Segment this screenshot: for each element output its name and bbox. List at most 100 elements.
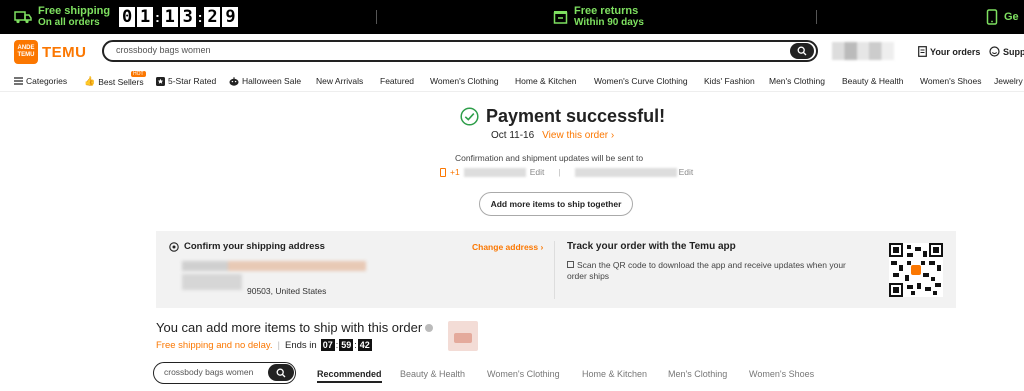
view-order-link[interactable]: View this order › <box>542 130 614 141</box>
thumbs-up-icon: 👍 <box>84 76 96 86</box>
pumpkin-icon <box>229 76 239 86</box>
free-returns-promo[interactable]: Free returns Within 90 days <box>553 0 644 34</box>
nav-beauty-health[interactable]: Beauty & Health <box>842 76 903 86</box>
returns-days-label: Within 90 days <box>574 17 644 28</box>
timer-seconds: 42 <box>357 339 372 351</box>
add-more-subtitle: Free shipping and no delay. | Ends in 07… <box>156 339 372 351</box>
address-zip-country: 90503, United States <box>247 286 327 296</box>
phone-small-icon <box>440 167 446 177</box>
return-box-icon <box>553 11 568 24</box>
shipping-title: Confirm your shipping address <box>184 241 325 252</box>
timer-hours: 07 <box>320 339 335 351</box>
recommend-search-button[interactable] <box>268 364 294 381</box>
tab-home-kitchen[interactable]: Home & Kitchen <box>582 369 647 379</box>
orders-icon <box>918 46 927 57</box>
nav-label: Men's Clothing <box>769 76 825 86</box>
nav-label: Women's Shoes <box>920 76 982 86</box>
nav-jewelry[interactable]: Jewelry <box>994 76 1023 86</box>
free-shipping-no-delay: Free shipping and no delay. <box>156 339 273 351</box>
app-qr-code <box>889 243 943 297</box>
add-more-title: You can add more items to ship with this… <box>156 320 423 335</box>
tab-mens-clothing[interactable]: Men's Clothing <box>668 369 727 379</box>
account-avatar[interactable] <box>832 42 894 60</box>
nav-featured[interactable]: Featured <box>380 76 414 86</box>
tab-recommended[interactable]: Recommended <box>317 369 382 383</box>
search-bar[interactable]: crossbody bags women <box>102 40 818 62</box>
nav-womens-curve[interactable]: Women's Curve Clothing <box>594 76 688 86</box>
category-nav: Categories 👍 Best Sellers HOT 5-Star Rat… <box>0 70 1024 92</box>
info-icon[interactable] <box>425 323 434 332</box>
recommend-search-input[interactable]: crossbody bags women <box>164 367 253 377</box>
nav-kids-fashion[interactable]: Kids' Fashion <box>704 76 755 86</box>
nav-womens-clothing[interactable]: Women's Clothing <box>430 76 499 86</box>
nav-new-arrivals[interactable]: New Arrivals <box>316 76 363 86</box>
logo-badge: ANDE TEMU <box>14 40 38 64</box>
ends-in-label: Ends in <box>285 339 317 351</box>
edit-email-link[interactable]: Edit <box>679 167 694 177</box>
search-icon <box>276 368 286 377</box>
shipping-address-heading: Confirm your shipping address <box>169 241 325 252</box>
support-icon <box>989 46 1000 57</box>
track-order-title: Track your order with the Temu app <box>567 241 736 252</box>
support-link[interactable]: Suppo <box>989 46 1024 57</box>
delivery-info: Oct 11-16 View this order › <box>491 130 614 141</box>
promo-countdown: 0 1 : 1 3 : 2 9 <box>118 7 239 27</box>
countdown-digit: 2 <box>204 7 221 27</box>
nav-label: Jewelry <box>994 76 1023 86</box>
scan-icon <box>567 261 574 268</box>
nav-label: 5-Star Rated <box>168 76 217 86</box>
nav-categories[interactable]: Categories <box>14 76 67 86</box>
site-header: ANDE TEMU TEMU crossbody bags women Your… <box>0 34 1024 70</box>
shipping-info-panel: Confirm your shipping address Change add… <box>156 231 956 308</box>
ordered-item-thumbnail[interactable] <box>448 321 478 351</box>
nav-label: Categories <box>26 76 68 86</box>
confirmation-text: Confirmation and shipment updates will b… <box>455 153 644 163</box>
edit-phone-link[interactable]: Edit <box>530 167 545 177</box>
address-name-redacted <box>182 261 366 271</box>
support-label: Suppo <box>1003 46 1024 57</box>
tab-womens-clothing[interactable]: Women's Clothing <box>487 369 560 379</box>
nav-label: Women's Curve Clothing <box>594 76 688 86</box>
your-orders-link[interactable]: Your orders <box>918 46 980 57</box>
promo-banner: Free shipping On all orders 0 1 : 1 3 : … <box>0 0 1024 34</box>
free-returns-label: Free returns <box>574 5 639 17</box>
countdown-digit: 3 <box>179 7 196 27</box>
free-shipping-promo[interactable]: Free shipping On all orders 0 1 : 1 3 : … <box>14 0 239 34</box>
nav-womens-shoes[interactable]: Women's Shoes <box>920 76 981 86</box>
timer-minutes: 59 <box>339 339 354 351</box>
nav-halloween-sale[interactable]: Halloween Sale <box>229 76 301 86</box>
phone-prefix: +1 <box>450 167 460 177</box>
nav-label: Halloween Sale <box>242 76 302 86</box>
address-street-redacted <box>182 274 242 290</box>
all-orders-label: On all orders <box>38 17 100 28</box>
nav-label: Featured <box>380 76 415 86</box>
nav-home-kitchen[interactable]: Home & Kitchen <box>515 76 576 86</box>
get-app-promo[interactable]: Ge <box>986 0 1019 34</box>
tab-womens-shoes[interactable]: Women's Shoes <box>749 369 814 379</box>
free-shipping-label: Free shipping <box>38 5 111 17</box>
add-more-items-button[interactable]: Add more items to ship together <box>479 192 633 216</box>
star-badge-icon <box>156 76 165 86</box>
truck-icon <box>14 11 32 24</box>
search-button[interactable] <box>790 43 814 59</box>
nav-label: Women's Clothing <box>430 76 499 86</box>
nav-label: Home & Kitchen <box>515 76 577 86</box>
menu-icon <box>14 77 23 85</box>
phone-icon <box>986 9 998 25</box>
logo-wordmark: TEMU <box>42 43 87 61</box>
change-address-link[interactable]: Change address › <box>472 242 543 252</box>
countdown-digit: 9 <box>222 7 239 27</box>
payment-title: Payment successful! <box>486 106 666 126</box>
banner-divider <box>816 10 817 24</box>
nav-best-sellers[interactable]: 👍 Best Sellers <box>84 76 144 87</box>
search-input[interactable]: crossbody bags women <box>116 45 211 55</box>
nav-mens-clothing[interactable]: Men's Clothing <box>769 76 825 86</box>
nav-label: Best Sellers <box>98 76 144 87</box>
recommend-search-bar[interactable]: crossbody bags women <box>153 362 296 384</box>
temu-logo[interactable]: ANDE TEMU TEMU <box>14 40 87 64</box>
banner-divider <box>376 10 377 24</box>
nav-five-star[interactable]: 5-Star Rated <box>156 76 216 86</box>
tab-beauty-health[interactable]: Beauty & Health <box>400 369 465 379</box>
your-orders-label: Your orders <box>930 46 981 57</box>
nav-label: Beauty & Health <box>842 76 904 86</box>
